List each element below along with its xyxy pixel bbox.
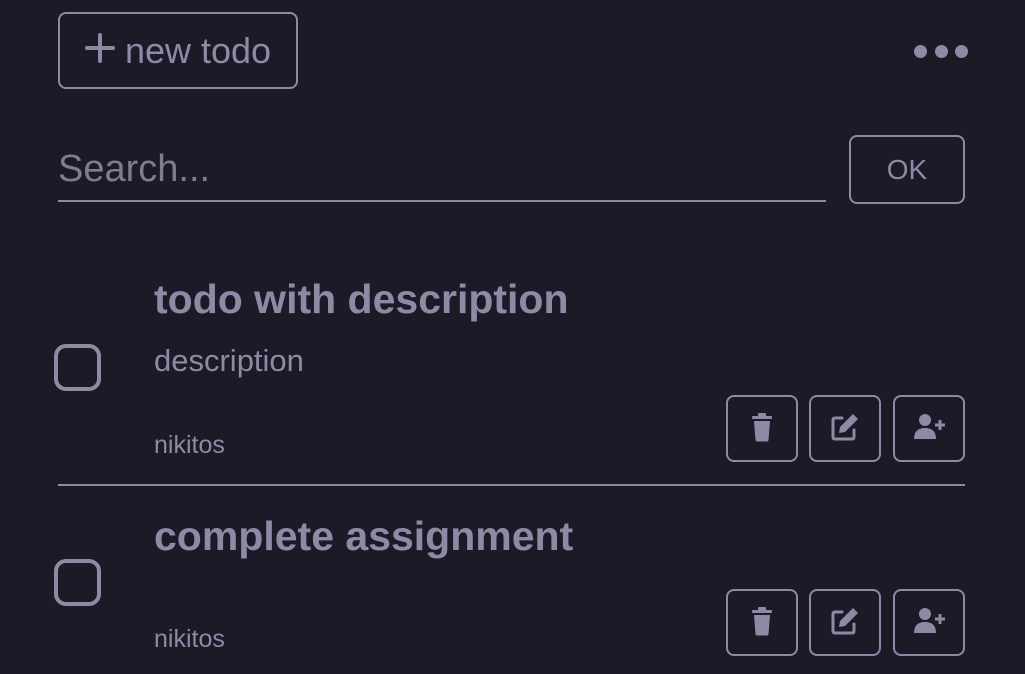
assign-user-button[interactable] xyxy=(893,395,965,462)
delete-button[interactable] xyxy=(726,395,798,462)
plus-icon xyxy=(84,30,115,72)
dot xyxy=(934,44,948,58)
user-plus-icon xyxy=(913,411,945,446)
todo-checkbox[interactable] xyxy=(54,344,101,391)
edit-button[interactable] xyxy=(809,589,881,656)
more-options-icon[interactable] xyxy=(914,36,968,66)
new-todo-button[interactable]: new todo xyxy=(58,12,298,89)
assign-user-button[interactable] xyxy=(893,589,965,656)
new-todo-label: new todo xyxy=(124,29,272,71)
edit-button[interactable] xyxy=(809,395,881,462)
todo-description: description xyxy=(154,343,304,378)
dot xyxy=(914,44,927,58)
dot xyxy=(955,44,968,58)
todo-app: new todo OK todo with description descri… xyxy=(0,0,1025,674)
delete-button[interactable] xyxy=(726,589,798,656)
edit-icon xyxy=(829,411,861,446)
todo-title: todo with description xyxy=(154,276,569,322)
edit-icon xyxy=(829,605,861,640)
divider xyxy=(58,484,965,486)
trash-icon xyxy=(746,605,778,640)
search-input[interactable] xyxy=(58,138,826,202)
todo-user: nikitos xyxy=(154,431,225,459)
todo-title: complete assignment xyxy=(154,513,574,559)
user-plus-icon xyxy=(913,605,945,640)
todo-user: nikitos xyxy=(154,625,225,653)
todo-checkbox[interactable] xyxy=(54,559,101,606)
trash-icon xyxy=(746,411,778,446)
ok-button[interactable]: OK xyxy=(849,135,965,204)
